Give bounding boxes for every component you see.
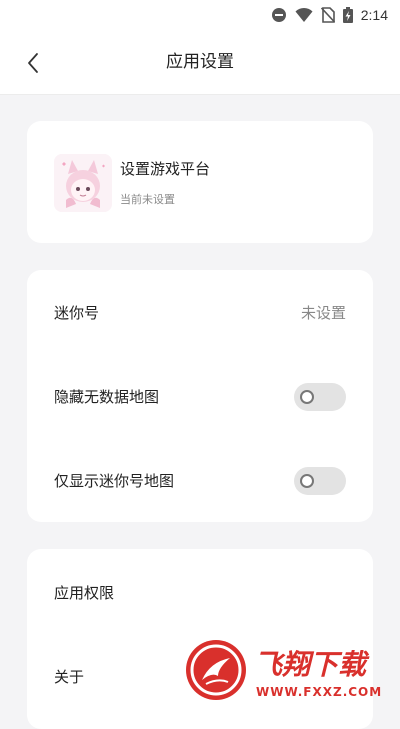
- wifi-icon: [295, 7, 313, 22]
- page-title: 应用设置: [166, 52, 234, 72]
- battery-charging-icon: [342, 7, 353, 23]
- app-permissions-row[interactable]: 应用权限: [27, 565, 373, 621]
- settings-card: 迷你号 未设置 隐藏无数据地图 仅显示迷你号地图: [27, 270, 373, 522]
- fxxz-logo: 飞翔下载 WWW.FXXZ.COM: [186, 640, 382, 700]
- mini-id-value: 未设置: [300, 304, 346, 322]
- toggle-knob: [300, 474, 314, 488]
- show-mini-id-maps-label: 仅显示迷你号地图: [54, 472, 175, 490]
- show-mini-id-maps-toggle[interactable]: [294, 467, 346, 495]
- toggle-knob: [300, 390, 314, 404]
- do-not-disturb-icon: [271, 8, 286, 22]
- status-time: 2:14: [360, 7, 388, 23]
- app-permissions-label: 应用权限: [54, 584, 115, 602]
- no-sim-icon: [320, 7, 335, 23]
- mini-id-row[interactable]: 迷你号 未设置: [27, 285, 373, 341]
- anime-avatar: [54, 154, 112, 212]
- svg-text:WWW.FXXZ.COM: WWW.FXXZ.COM: [256, 685, 382, 699]
- game-platform-card[interactable]: 设置游戏平台 当前未设置: [27, 121, 373, 243]
- hide-no-data-maps-row: 隐藏无数据地图: [27, 369, 373, 425]
- hide-no-data-maps-toggle[interactable]: [294, 383, 346, 411]
- svg-text:飞翔下载: 飞翔下载: [254, 648, 370, 681]
- mini-id-label: 迷你号: [54, 304, 100, 322]
- hide-no-data-maps-label: 隐藏无数据地图: [54, 388, 160, 406]
- avatar-illustration: [54, 154, 112, 212]
- platform-subtitle: 当前未设置: [120, 193, 175, 206]
- about-label: 关于: [54, 668, 85, 686]
- watermark-logo: 飞翔下载 WWW.FXXZ.COM: [184, 636, 400, 712]
- status-bar: 2:14: [0, 0, 400, 30]
- status-icons: 2:14: [271, 6, 388, 24]
- app-header: 应用设置: [0, 30, 400, 95]
- show-mini-id-maps-row: 仅显示迷你号地图: [27, 453, 373, 509]
- platform-title: 设置游戏平台: [120, 160, 211, 178]
